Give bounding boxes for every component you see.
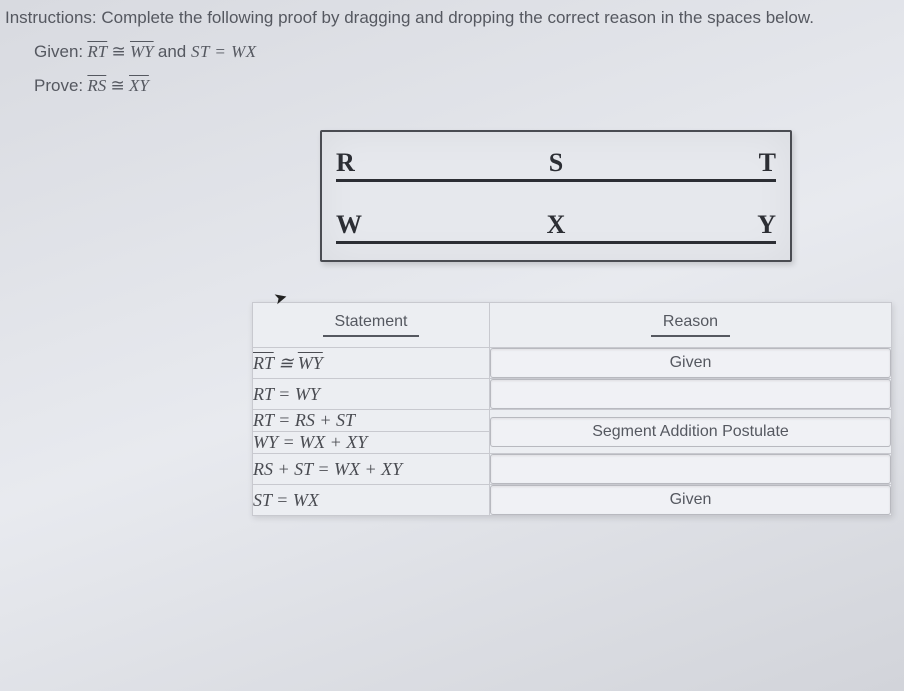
given-seg-wy: WY bbox=[130, 42, 154, 61]
table-row: RT ≅ WY Given bbox=[253, 348, 892, 379]
point-s: S bbox=[549, 148, 563, 178]
statement-header-text: Statement bbox=[323, 313, 420, 337]
line-bar bbox=[336, 241, 776, 244]
statement-header: Statement bbox=[253, 303, 490, 348]
reason-drop-slot[interactable]: Given bbox=[490, 348, 891, 378]
line-bar bbox=[336, 179, 776, 182]
reason-header-text: Reason bbox=[651, 313, 730, 337]
prove-seg-rs: RS bbox=[87, 76, 106, 95]
point-t: T bbox=[759, 148, 776, 178]
reason-cell[interactable]: Segment Addition Postulate bbox=[490, 410, 892, 454]
reason-cell[interactable]: Given bbox=[490, 485, 892, 516]
point-w: W bbox=[336, 210, 362, 240]
reason-cell[interactable] bbox=[490, 379, 892, 410]
table-row: RT = RS + ST Segment Addition Postulate bbox=[253, 410, 892, 432]
statement-cell: ST = WX bbox=[253, 485, 490, 516]
given-label: Given: bbox=[34, 42, 83, 61]
table-row: RS + ST = WX + XY bbox=[253, 454, 892, 485]
given-line: Given: RT ≅ WY and ST = WX bbox=[0, 38, 904, 62]
instructions-text: Instructions: Complete the following pro… bbox=[0, 0, 904, 28]
congruent-symbol: ≅ bbox=[111, 76, 125, 95]
reason-cell[interactable] bbox=[490, 454, 892, 485]
prove-line: Prove: RS ≅ XY bbox=[0, 72, 904, 96]
given-and: and bbox=[158, 42, 191, 61]
point-x: X bbox=[547, 210, 566, 240]
reason-drop-slot[interactable] bbox=[490, 379, 891, 409]
reason-cell[interactable]: Given bbox=[490, 348, 892, 379]
stmt-seg: RT bbox=[253, 353, 274, 373]
point-r: R bbox=[336, 148, 355, 178]
stmt-mid: ≅ bbox=[274, 353, 298, 373]
stmt-seg: WY bbox=[298, 353, 323, 373]
reason-drop-slot[interactable]: Segment Addition Postulate bbox=[490, 417, 891, 447]
proof-table: Statement Reason RT ≅ WY Given RT = WY R… bbox=[252, 302, 892, 516]
segment-line-wxy: W X Y bbox=[336, 212, 776, 244]
segment-diagram: R S T W X Y bbox=[320, 130, 792, 262]
point-y: Y bbox=[757, 210, 776, 240]
table-row: RT = WY bbox=[253, 379, 892, 410]
statement-cell: RT = RS + ST bbox=[253, 410, 490, 432]
reason-drop-slot[interactable]: Given bbox=[490, 485, 891, 515]
reason-header: Reason bbox=[490, 303, 892, 348]
given-seg-rt: RT bbox=[87, 42, 107, 61]
segment-line-rst: R S T bbox=[336, 150, 776, 182]
given-eq: ST = WX bbox=[191, 42, 257, 61]
reason-drop-slot[interactable] bbox=[490, 454, 891, 484]
table-row: ST = WX Given bbox=[253, 485, 892, 516]
statement-cell: RT ≅ WY bbox=[253, 348, 490, 379]
congruent-symbol: ≅ bbox=[111, 42, 125, 61]
statement-cell: WY = WX + XY bbox=[253, 432, 490, 454]
prove-seg-xy: XY bbox=[129, 76, 149, 95]
statement-cell: RS + ST = WX + XY bbox=[253, 454, 490, 485]
prove-label: Prove: bbox=[34, 76, 83, 95]
statement-cell: RT = WY bbox=[253, 379, 490, 410]
